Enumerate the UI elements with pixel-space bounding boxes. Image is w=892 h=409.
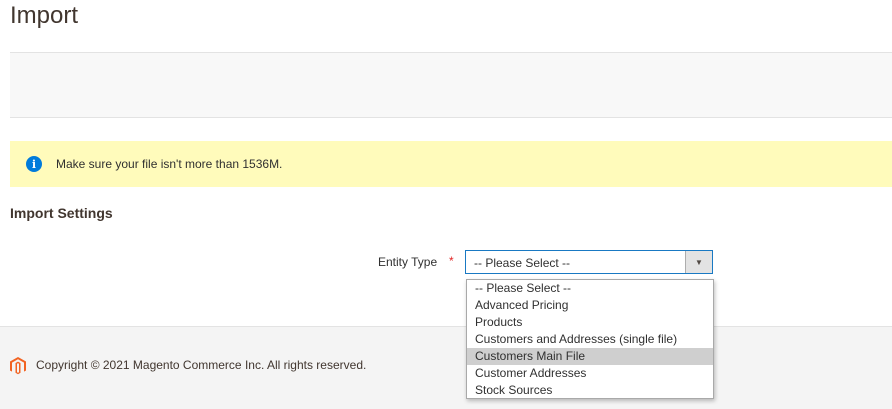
- page-title: Import: [10, 2, 79, 29]
- page-footer: Copyright © 2021 Magento Commerce Inc. A…: [0, 326, 892, 409]
- import-settings-title: Import Settings: [10, 205, 113, 221]
- entity-type-label: Entity Type: [378, 255, 438, 269]
- import-page: Import i Make sure your file isn't more …: [0, 0, 892, 409]
- required-marker: *: [449, 254, 454, 268]
- copyright-text: Copyright © 2021 Magento Commerce Inc. A…: [36, 358, 367, 372]
- option-stock-sources[interactable]: Stock Sources: [467, 382, 713, 399]
- file-size-notice: i Make sure your file isn't more than 15…: [10, 141, 892, 187]
- chevron-down-icon[interactable]: ▼: [685, 251, 712, 273]
- option-customers-main-file[interactable]: Customers Main File: [467, 348, 713, 365]
- option-advanced-pricing[interactable]: Advanced Pricing: [467, 297, 713, 314]
- entity-type-select[interactable]: -- Please Select -- ▼: [465, 250, 713, 274]
- entity-type-select-value: -- Please Select --: [474, 256, 571, 270]
- option-please-select[interactable]: -- Please Select --: [467, 280, 713, 297]
- page-actions-bar: [10, 52, 892, 118]
- info-icon: i: [26, 156, 42, 172]
- magento-logo-icon: [10, 357, 26, 375]
- notice-text: Make sure your file isn't more than 1536…: [56, 157, 283, 171]
- option-customer-addresses[interactable]: Customer Addresses: [467, 365, 713, 382]
- option-customers-and-addresses[interactable]: Customers and Addresses (single file): [467, 331, 713, 348]
- option-products[interactable]: Products: [467, 314, 713, 331]
- entity-type-options-list[interactable]: -- Please Select -- Advanced Pricing Pro…: [466, 279, 714, 399]
